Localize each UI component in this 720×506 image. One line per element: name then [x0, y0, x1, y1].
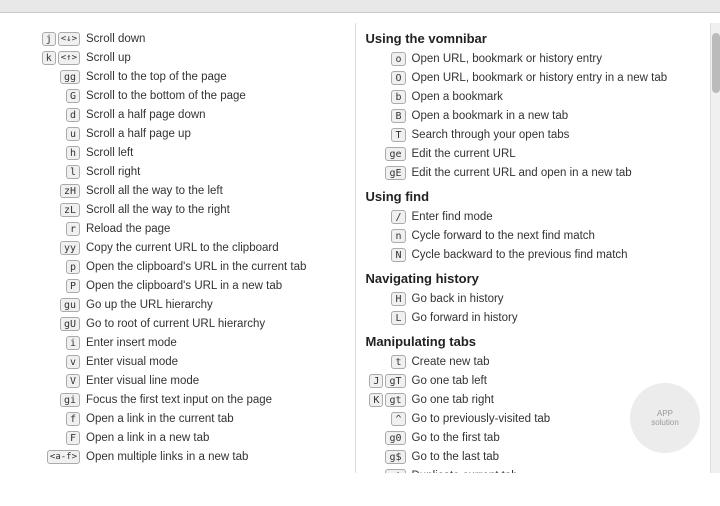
list-item: VEnter visual line mode — [10, 373, 345, 389]
section-title: Navigating history — [366, 271, 701, 286]
list-item: ggScroll to the top of the page — [10, 69, 345, 85]
list-item: bOpen a bookmark — [366, 89, 701, 105]
list-item: pOpen the clipboard's URL in the current… — [10, 259, 345, 275]
scrollbar[interactable] — [710, 23, 720, 473]
list-item: BOpen a bookmark in a new tab — [366, 108, 701, 124]
scrollbar-thumb[interactable] — [712, 33, 720, 93]
list-item: j<↓>Scroll down — [10, 31, 345, 47]
list-item: LGo forward in history — [366, 310, 701, 326]
list-item: giFocus the first text input on the page — [10, 392, 345, 408]
right-sections-list: Using the vomnibar oOpen URL, bookmark or… — [366, 31, 701, 473]
list-item: yyCopy the current URL to the clipboard — [10, 240, 345, 256]
list-item: TSearch through your open tabs — [366, 127, 701, 143]
list-item: KgtGo one tab right — [366, 392, 701, 408]
list-item: vEnter visual mode — [10, 354, 345, 370]
list-item: dScroll a half page down — [10, 107, 345, 123]
list-item: FOpen a link in a new tab — [10, 430, 345, 446]
right-column: Using the vomnibar oOpen URL, bookmark or… — [356, 23, 711, 473]
left-shortcuts-list: j<↓>Scroll down k<↑>Scroll up ggScroll to … — [10, 31, 345, 465]
list-item: OOpen URL, bookmark or history entry in … — [366, 70, 701, 86]
section-title: Using the vomnibar — [366, 31, 701, 46]
list-item: oOpen URL, bookmark or history entry — [366, 51, 701, 67]
list-item: hScroll left — [10, 145, 345, 161]
list-item: HGo back in history — [366, 291, 701, 307]
list-item: POpen the clipboard's URL in a new tab — [10, 278, 345, 294]
list-item: ytDuplicate current tab — [366, 468, 701, 473]
section-title: Manipulating tabs — [366, 334, 701, 349]
left-column: j<↓>Scroll down k<↑>Scroll up ggScroll to … — [0, 23, 356, 473]
main-content: j<↓>Scroll down k<↑>Scroll up ggScroll to … — [0, 13, 720, 483]
list-item: fOpen a link in the current tab — [10, 411, 345, 427]
list-item: rReload the page — [10, 221, 345, 237]
list-item: <a-f>Open multiple links in a new tab — [10, 449, 345, 465]
list-item: ^Go to previously-visited tab — [366, 411, 701, 427]
list-item: uScroll a half page up — [10, 126, 345, 142]
section-title: Using find — [366, 189, 701, 204]
list-item: NCycle backward to the previous find mat… — [366, 247, 701, 263]
list-item: GScroll to the bottom of the page — [10, 88, 345, 104]
list-item: zLScroll all the way to the right — [10, 202, 345, 218]
list-item: JgTGo one tab left — [366, 373, 701, 389]
list-item: gUGo to root of current URL hierarchy — [10, 316, 345, 332]
list-item: lScroll right — [10, 164, 345, 180]
list-item: gEEdit the current URL and open in a new… — [366, 165, 701, 181]
list-item: /Enter find mode — [366, 209, 701, 225]
list-item: geEdit the current URL — [366, 146, 701, 162]
list-item: tCreate new tab — [366, 354, 701, 370]
list-item: k<↑>Scroll up — [10, 50, 345, 66]
list-item: g$Go to the last tab — [366, 449, 701, 465]
list-item: zHScroll all the way to the left — [10, 183, 345, 199]
list-item: guGo up the URL hierarchy — [10, 297, 345, 313]
title-bar — [0, 0, 720, 13]
list-item: iEnter insert mode — [10, 335, 345, 351]
list-item: g0Go to the first tab — [366, 430, 701, 446]
list-item: nCycle forward to the next find match — [366, 228, 701, 244]
